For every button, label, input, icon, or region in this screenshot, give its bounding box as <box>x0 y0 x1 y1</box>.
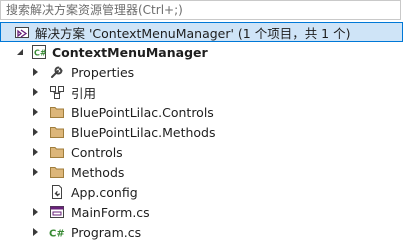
folder-icon <box>49 124 65 140</box>
tree-item-folder[interactable]: BluePointLilac.Controls <box>0 102 403 122</box>
tree-item-label: MainForm.cs <box>71 204 150 220</box>
collapse-arrow-icon[interactable] <box>15 47 25 57</box>
folder-icon <box>49 104 65 120</box>
svg-text:C#: C# <box>34 49 47 58</box>
expand-arrow-icon[interactable] <box>30 147 40 157</box>
solution-node[interactable]: 解决方案 'ContextMenuManager' (1 个项目，共 1 个) <box>0 22 403 42</box>
tree-item-label: Methods <box>71 164 125 180</box>
tree-item-file[interactable]: C# Program.cs <box>0 222 403 242</box>
project-node[interactable]: C# ContextMenuManager <box>0 42 403 62</box>
tree-item-folder[interactable]: BluePointLilac.Methods <box>0 122 403 142</box>
expand-arrow-icon[interactable] <box>30 67 40 77</box>
expand-arrow-icon[interactable] <box>30 227 40 237</box>
tree-item-file[interactable]: App.config <box>0 182 403 202</box>
expand-arrow-icon[interactable] <box>30 207 40 217</box>
tree-item-file[interactable]: MainForm.cs <box>0 202 403 222</box>
tree-item-references[interactable]: 引用 <box>0 82 403 102</box>
wrench-icon <box>49 64 65 80</box>
tree-item-folder[interactable]: Controls <box>0 142 403 162</box>
csharp-project-icon: C# <box>31 44 47 60</box>
folder-icon <box>49 164 65 180</box>
tree-item-label: 引用 <box>71 85 97 101</box>
tree-item-label: Properties <box>71 64 135 80</box>
tree-item-label: Controls <box>71 144 123 160</box>
svg-text:C#: C# <box>49 229 65 240</box>
config-file-icon <box>49 184 65 200</box>
references-icon <box>49 84 65 100</box>
expand-arrow-icon[interactable] <box>30 107 40 117</box>
solution-label: 解决方案 'ContextMenuManager' (1 个项目，共 1 个) <box>35 25 351 41</box>
expand-arrow-icon[interactable] <box>30 127 40 137</box>
tree-item-label: BluePointLilac.Methods <box>71 124 216 140</box>
csharp-file-icon: C# <box>49 224 65 240</box>
tree-item-properties[interactable]: Properties <box>0 62 403 82</box>
solution-icon <box>14 24 30 40</box>
folder-icon <box>49 144 65 160</box>
project-label: ContextMenuManager <box>52 44 208 60</box>
tree-item-label: Program.cs <box>71 224 142 240</box>
tree-item-folder[interactable]: Methods <box>0 162 403 182</box>
search-box[interactable] <box>0 0 401 20</box>
expand-arrow-icon[interactable] <box>30 87 40 97</box>
form-file-icon <box>49 204 65 220</box>
tree-item-label: App.config <box>71 184 138 200</box>
search-input[interactable] <box>1 1 396 19</box>
expand-arrow-icon[interactable] <box>30 167 40 177</box>
tree-item-label: BluePointLilac.Controls <box>71 104 214 120</box>
